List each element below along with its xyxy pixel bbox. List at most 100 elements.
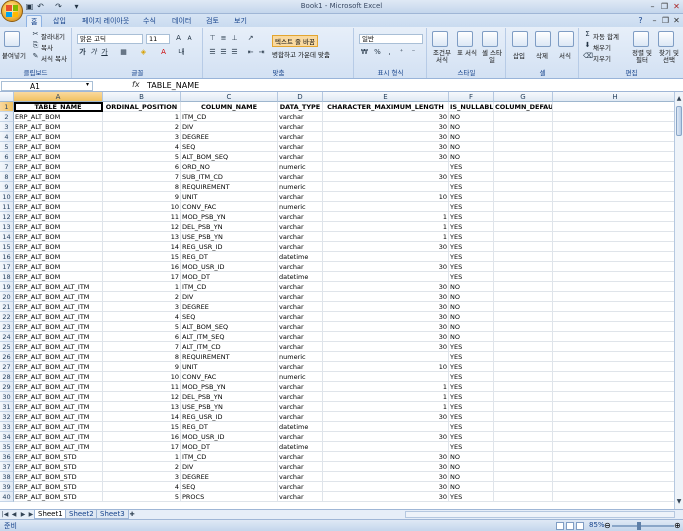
cell-h7[interactable] xyxy=(553,162,674,172)
cell-d30[interactable]: varchar xyxy=(278,392,323,402)
cell-c19[interactable]: ITM_CD xyxy=(181,282,278,292)
cell-g8[interactable] xyxy=(494,172,553,182)
cell-e28[interactable] xyxy=(323,372,449,382)
row-header[interactable]: 35 xyxy=(0,442,14,452)
column-header-h[interactable]: H xyxy=(553,92,674,102)
cell-b2[interactable]: 1 xyxy=(103,112,181,122)
cell-h25[interactable] xyxy=(553,342,674,352)
row-header[interactable]: 5 xyxy=(0,142,14,152)
cell-d6[interactable]: varchar xyxy=(278,152,323,162)
cell-a33[interactable]: ERP_ALT_BOM_ALT_ITM xyxy=(14,422,103,432)
cell-g9[interactable] xyxy=(494,182,553,192)
delete-cells-button[interactable]: 삭제 xyxy=(536,50,548,60)
row-header[interactable]: 11 xyxy=(0,202,14,212)
cell-c20[interactable]: DIV xyxy=(181,292,278,302)
name-box[interactable]: A1 xyxy=(1,81,93,91)
cell-d18[interactable]: datetime xyxy=(278,272,323,282)
cell-g25[interactable] xyxy=(494,342,553,352)
cell-e13[interactable]: 1 xyxy=(323,222,449,232)
cell-f32[interactable]: YES xyxy=(449,412,494,422)
cell-f34[interactable]: YES xyxy=(449,432,494,442)
cell-h14[interactable] xyxy=(553,232,674,242)
cell-c33[interactable]: REG_DT xyxy=(181,422,278,432)
cell-e6[interactable]: 30 xyxy=(323,152,449,162)
cell-e29[interactable]: 1 xyxy=(323,382,449,392)
column-header-g[interactable]: G xyxy=(494,92,553,102)
cell-a17[interactable]: ERP_ALT_BOM xyxy=(14,262,103,272)
prev-sheet-icon[interactable]: ◀ xyxy=(10,510,18,519)
cell-c18[interactable]: MOD_DT xyxy=(181,272,278,282)
cell-e35[interactable] xyxy=(323,442,449,452)
cell-g2[interactable] xyxy=(494,112,553,122)
column-header-e[interactable]: E xyxy=(323,92,449,102)
font-color-icon[interactable]: A xyxy=(159,48,168,57)
cell-style-button[interactable]: 셀 스타일 xyxy=(480,50,504,64)
cell-g18[interactable] xyxy=(494,272,553,282)
row-header[interactable]: 14 xyxy=(0,232,14,242)
cell-a6[interactable]: ERP_ALT_BOM xyxy=(14,152,103,162)
cell-h23[interactable] xyxy=(553,322,674,332)
cell-a29[interactable]: ERP_ALT_BOM_ALT_ITM xyxy=(14,382,103,392)
cell-d16[interactable]: datetime xyxy=(278,252,323,262)
minimize-icon[interactable]: – xyxy=(648,2,657,11)
merge-center-button[interactable]: 병합하고 가운데 맞춤 xyxy=(272,49,330,59)
row-header[interactable]: 31 xyxy=(0,402,14,412)
cell-h31[interactable] xyxy=(553,402,674,412)
cell-a39[interactable]: ERP_ALT_BOM_STD xyxy=(14,482,103,492)
row-header[interactable]: 29 xyxy=(0,382,14,392)
paste-icon[interactable] xyxy=(4,31,20,47)
cell-b24[interactable]: 6 xyxy=(103,332,181,342)
cell-b36[interactable]: 1 xyxy=(103,452,181,462)
cell-g24[interactable] xyxy=(494,332,553,342)
cell-f36[interactable]: NO xyxy=(449,452,494,462)
cell-e12[interactable]: 1 xyxy=(323,212,449,222)
cell-g4[interactable] xyxy=(494,132,553,142)
cell-f1[interactable]: IS_NULLABLE xyxy=(449,102,494,112)
workbook-minimize-icon[interactable]: – xyxy=(650,16,659,25)
cell-c25[interactable]: ALT_ITM_CD xyxy=(181,342,278,352)
cell-c2[interactable]: ITM_CD xyxy=(181,112,278,122)
cell-c23[interactable]: ALT_BOM_SEQ xyxy=(181,322,278,332)
cell-f24[interactable]: NO xyxy=(449,332,494,342)
cell-g34[interactable] xyxy=(494,432,553,442)
cell-c1[interactable]: COLUMN_NAME xyxy=(181,102,278,112)
row-header[interactable]: 39 xyxy=(0,482,14,492)
cell-e37[interactable]: 30 xyxy=(323,462,449,472)
cell-a1[interactable]: TABLE_NAME xyxy=(14,102,103,112)
cell-b11[interactable]: 10 xyxy=(103,202,181,212)
cell-e7[interactable] xyxy=(323,162,449,172)
cell-a36[interactable]: ERP_ALT_BOM_STD xyxy=(14,452,103,462)
cell-b39[interactable]: 4 xyxy=(103,482,181,492)
font-size-select[interactable]: 11 xyxy=(146,34,170,44)
cell-f23[interactable]: NO xyxy=(449,322,494,332)
cell-h1[interactable] xyxy=(553,102,674,112)
cell-b40[interactable]: 5 xyxy=(103,492,181,502)
cell-b25[interactable]: 7 xyxy=(103,342,181,352)
cell-h9[interactable] xyxy=(553,182,674,192)
increase-indent-icon[interactable]: ⇥ xyxy=(257,48,266,57)
cell-h2[interactable] xyxy=(553,112,674,122)
cell-g31[interactable] xyxy=(494,402,553,412)
zoom-slider-knob[interactable] xyxy=(637,522,641,530)
tab-view[interactable]: 보기 xyxy=(230,15,251,27)
cell-g37[interactable] xyxy=(494,462,553,472)
row-header[interactable]: 25 xyxy=(0,342,14,352)
cell-f26[interactable]: YES xyxy=(449,352,494,362)
sheet-tab-2[interactable]: Sheet2 xyxy=(65,510,98,519)
cell-d9[interactable]: numeric xyxy=(278,182,323,192)
conditional-format-icon[interactable] xyxy=(432,31,448,47)
cell-a16[interactable]: ERP_ALT_BOM xyxy=(14,252,103,262)
format-painter-button[interactable]: 서식 복사 xyxy=(41,53,67,63)
cell-c10[interactable]: UNIT xyxy=(181,192,278,202)
cell-h22[interactable] xyxy=(553,312,674,322)
row-header[interactable]: 23 xyxy=(0,322,14,332)
cell-e19[interactable]: 30 xyxy=(323,282,449,292)
cell-d19[interactable]: varchar xyxy=(278,282,323,292)
cell-b34[interactable]: 16 xyxy=(103,432,181,442)
cell-g30[interactable] xyxy=(494,392,553,402)
cell-b28[interactable]: 10 xyxy=(103,372,181,382)
tab-insert[interactable]: 삽입 xyxy=(49,15,70,27)
cell-c26[interactable]: REQUIREMENT xyxy=(181,352,278,362)
delete-cells-icon[interactable] xyxy=(535,31,551,47)
cell-g12[interactable] xyxy=(494,212,553,222)
